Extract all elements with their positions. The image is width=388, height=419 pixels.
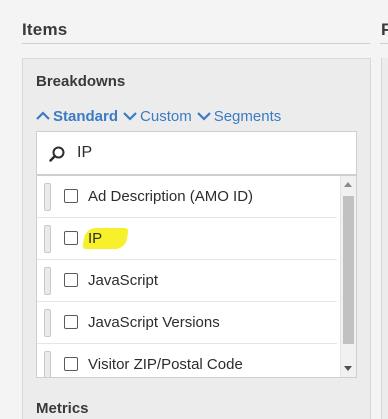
scroll-thumb[interactable] (343, 196, 354, 344)
breakdown-filter-links: Standard Custom Segments (35, 106, 285, 126)
item-checkbox[interactable] (64, 189, 78, 203)
items-section-title: Items (22, 20, 68, 39)
item-label: Visitor ZIP/Postal Code (88, 356, 243, 373)
chevron-down-icon (196, 112, 211, 121)
breakdown-list: Ad Description (AMO ID) IP JavaScript Ja… (36, 175, 357, 378)
filter-custom-label: Custom (140, 107, 192, 125)
filter-standard-label: Standard (53, 107, 119, 125)
item-checkbox[interactable] (64, 231, 78, 245)
next-section-title-fragment: F (381, 20, 388, 39)
filter-segments[interactable]: Segments (196, 107, 282, 125)
scroll-up-arrow-icon[interactable] (344, 182, 352, 187)
list-item[interactable]: Ad Description (AMO ID) (37, 176, 337, 218)
list-scrollbar[interactable] (340, 176, 356, 377)
filter-custom[interactable]: Custom (122, 108, 192, 125)
adjacent-panel-edge (381, 58, 388, 419)
drag-handle-icon[interactable] (44, 351, 51, 377)
filter-segments-label: Segments (213, 107, 282, 125)
items-panel: Breakdowns Standard Custom Segments IP A… (22, 58, 371, 419)
breakdowns-title: Breakdowns (36, 73, 126, 90)
chevron-down-icon (123, 112, 137, 121)
filter-standard[interactable]: Standard (35, 108, 118, 125)
breakdown-search-input[interactable]: IP (36, 131, 357, 175)
item-label: JavaScript (88, 272, 159, 289)
search-value[interactable]: IP (77, 144, 92, 162)
item-label: IP (88, 230, 103, 247)
list-item[interactable]: Visitor ZIP/Postal Code (37, 344, 337, 377)
item-checkbox[interactable] (64, 357, 78, 371)
drag-handle-icon[interactable] (44, 225, 51, 253)
item-label: Ad Description (AMO ID) (88, 188, 254, 205)
item-label: JavaScript Versions (88, 314, 220, 331)
chevron-up-icon (36, 111, 50, 120)
item-checkbox[interactable] (64, 315, 78, 329)
list-item[interactable]: IP (37, 218, 337, 260)
list-item[interactable]: JavaScript (37, 260, 337, 302)
scroll-down-arrow-icon[interactable] (344, 366, 352, 371)
list-item[interactable]: JavaScript Versions (37, 302, 337, 344)
item-checkbox[interactable] (64, 273, 78, 287)
drag-handle-icon[interactable] (44, 309, 51, 337)
next-section-divider (380, 43, 388, 44)
metrics-title: Metrics (36, 400, 89, 417)
items-section-header: Items (22, 18, 370, 44)
drag-handle-icon[interactable] (44, 267, 51, 295)
search-icon (49, 146, 65, 162)
drag-handle-icon[interactable] (44, 183, 51, 211)
